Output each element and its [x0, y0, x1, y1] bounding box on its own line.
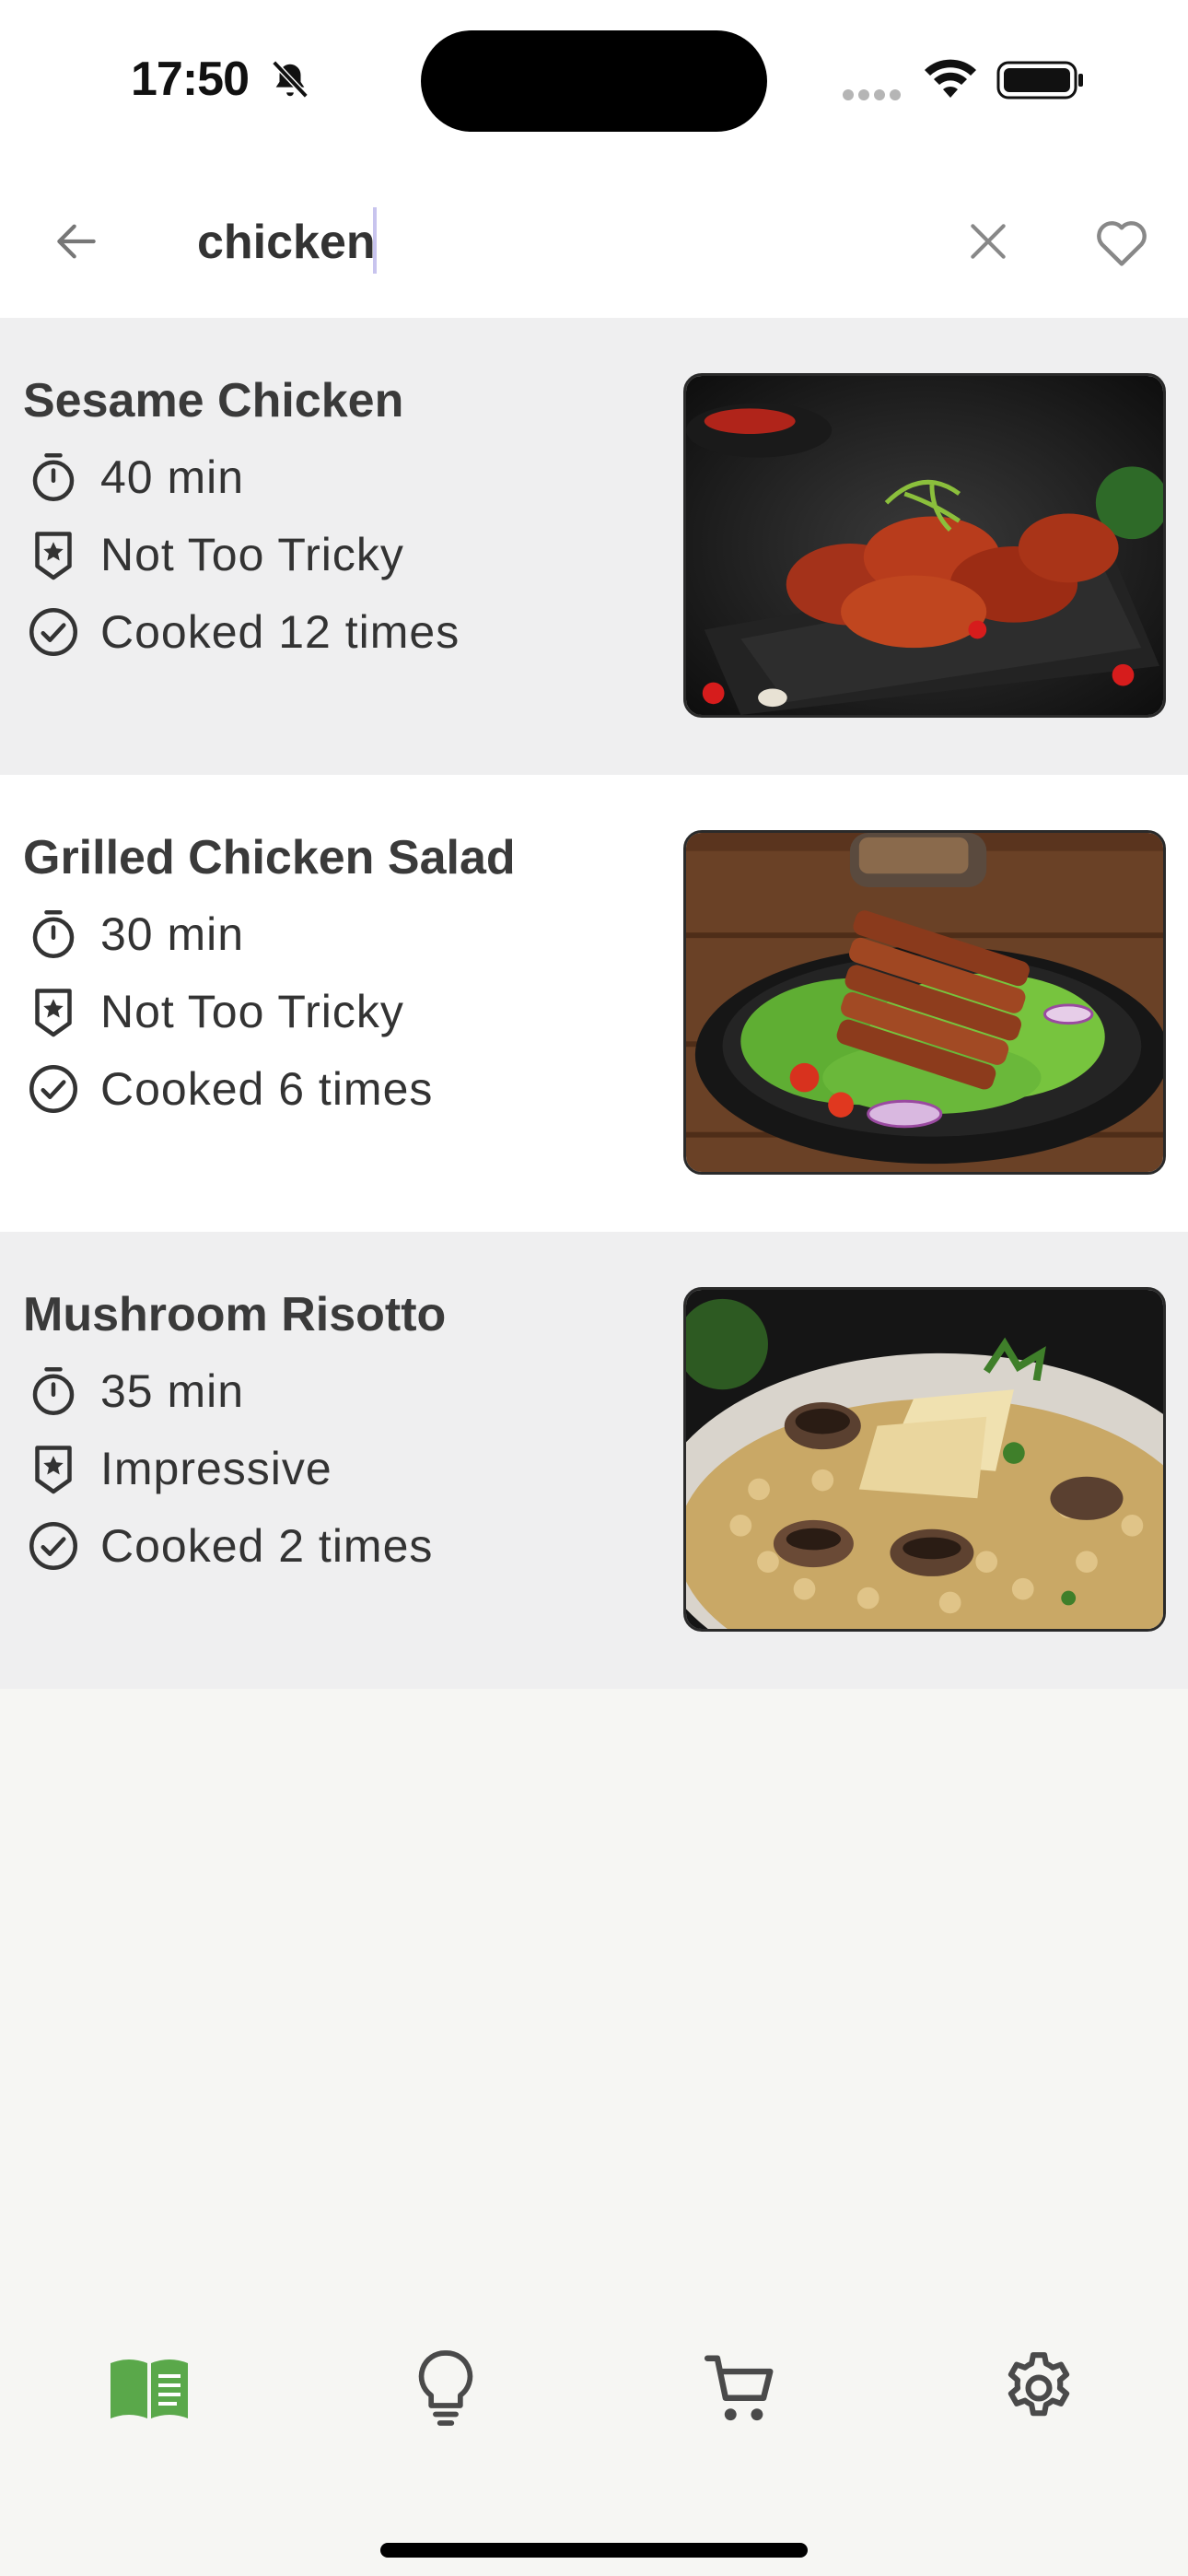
- recipe-difficulty-row: Not Too Tricky: [23, 522, 404, 587]
- recipe-time-row: 40 min: [23, 445, 244, 509]
- recipe-card[interactable]: Sesame Chicken 40 min Not Too Tricky Coo…: [0, 318, 1188, 775]
- nav-shopping[interactable]: [694, 2342, 786, 2434]
- text-cursor: [373, 207, 377, 274]
- home-indicator[interactable]: [380, 2543, 808, 2558]
- recipe-difficulty-row: Not Too Tricky: [23, 979, 404, 1044]
- recipe-cooked-row: Cooked 2 times: [23, 1514, 433, 1578]
- recipe-cooked-count: Cooked 2 times: [100, 1520, 434, 1572]
- recipe-title: Mushroom Risotto: [23, 1288, 447, 1341]
- wifi-icon: [925, 59, 976, 98]
- recipe-time-row: 35 min: [23, 1359, 244, 1423]
- favorites-button[interactable]: [1087, 207, 1157, 277]
- recipe-title: Grilled Chicken Salad: [23, 831, 516, 884]
- recipe-cooked-row: Cooked 12 times: [23, 600, 460, 664]
- recipe-photo: [683, 830, 1166, 1175]
- stopwatch-icon: [23, 904, 84, 965]
- recipe-time-row: 30 min: [23, 902, 244, 966]
- nav-settings[interactable]: [993, 2342, 1085, 2434]
- battery-icon: [996, 61, 1083, 100]
- recipe-difficulty: Not Too Tricky: [100, 529, 404, 580]
- recipe-photo: [683, 373, 1166, 718]
- bottom-navigation: [0, 2285, 1188, 2488]
- nav-ideas[interactable]: [400, 2342, 492, 2434]
- dynamic-island: [421, 30, 767, 132]
- recipe-card[interactable]: Mushroom Risotto 35 min Impressive Cooke…: [0, 1232, 1188, 1689]
- recipe-cooked-count: Cooked 6 times: [100, 1063, 434, 1115]
- heart-outline-icon: [1097, 221, 1147, 266]
- bell-slash-icon: [272, 60, 309, 99]
- award-ribbon-icon: [23, 524, 84, 585]
- settings-gear-icon: [1007, 2352, 1070, 2417]
- arrow-left-icon: [57, 224, 96, 259]
- award-ribbon-icon: [23, 981, 84, 1042]
- recipe-card[interactable]: Grilled Chicken Salad 30 min Not Too Tri…: [0, 775, 1188, 1232]
- signal-icon: [843, 89, 901, 100]
- status-bar: 17:50: [0, 0, 1188, 161]
- recipe-cooked-count: Cooked 12 times: [100, 606, 460, 658]
- search-input[interactable]: [197, 196, 915, 288]
- recipe-difficulty: Impressive: [100, 1443, 332, 1494]
- close-icon: [971, 224, 1006, 259]
- recipe-time: 35 min: [100, 1365, 245, 1417]
- recipes-book-icon: [111, 2359, 188, 2418]
- check-circle-icon: [23, 1516, 84, 1576]
- recipe-cooked-row: Cooked 6 times: [23, 1057, 433, 1121]
- award-ribbon-icon: [23, 1438, 84, 1499]
- recipe-photo: [683, 1287, 1166, 1632]
- search-header: [0, 161, 1188, 318]
- stopwatch-icon: [23, 447, 84, 508]
- back-button[interactable]: [44, 209, 109, 274]
- recipe-search-screen: 17:50 chicken Sesame Chicken 40 min Not …: [0, 0, 1188, 2576]
- recipe-title: Sesame Chicken: [23, 374, 404, 427]
- check-circle-icon: [23, 1059, 84, 1119]
- recipe-time: 30 min: [100, 908, 245, 960]
- nav-recipes[interactable]: [103, 2342, 195, 2434]
- check-circle-icon: [23, 602, 84, 662]
- ideas-lightbulb-icon: [418, 2350, 473, 2426]
- status-time: 17:50: [131, 53, 250, 106]
- stopwatch-icon: [23, 1361, 84, 1422]
- recipe-difficulty: Not Too Tricky: [100, 986, 404, 1037]
- search-results-list: Sesame Chicken 40 min Not Too Tricky Coo…: [0, 318, 1188, 1689]
- recipe-time: 40 min: [100, 451, 245, 503]
- recipe-difficulty-row: Impressive: [23, 1436, 332, 1501]
- clear-search-button[interactable]: [956, 209, 1020, 274]
- shopping-cart-icon: [704, 2355, 774, 2421]
